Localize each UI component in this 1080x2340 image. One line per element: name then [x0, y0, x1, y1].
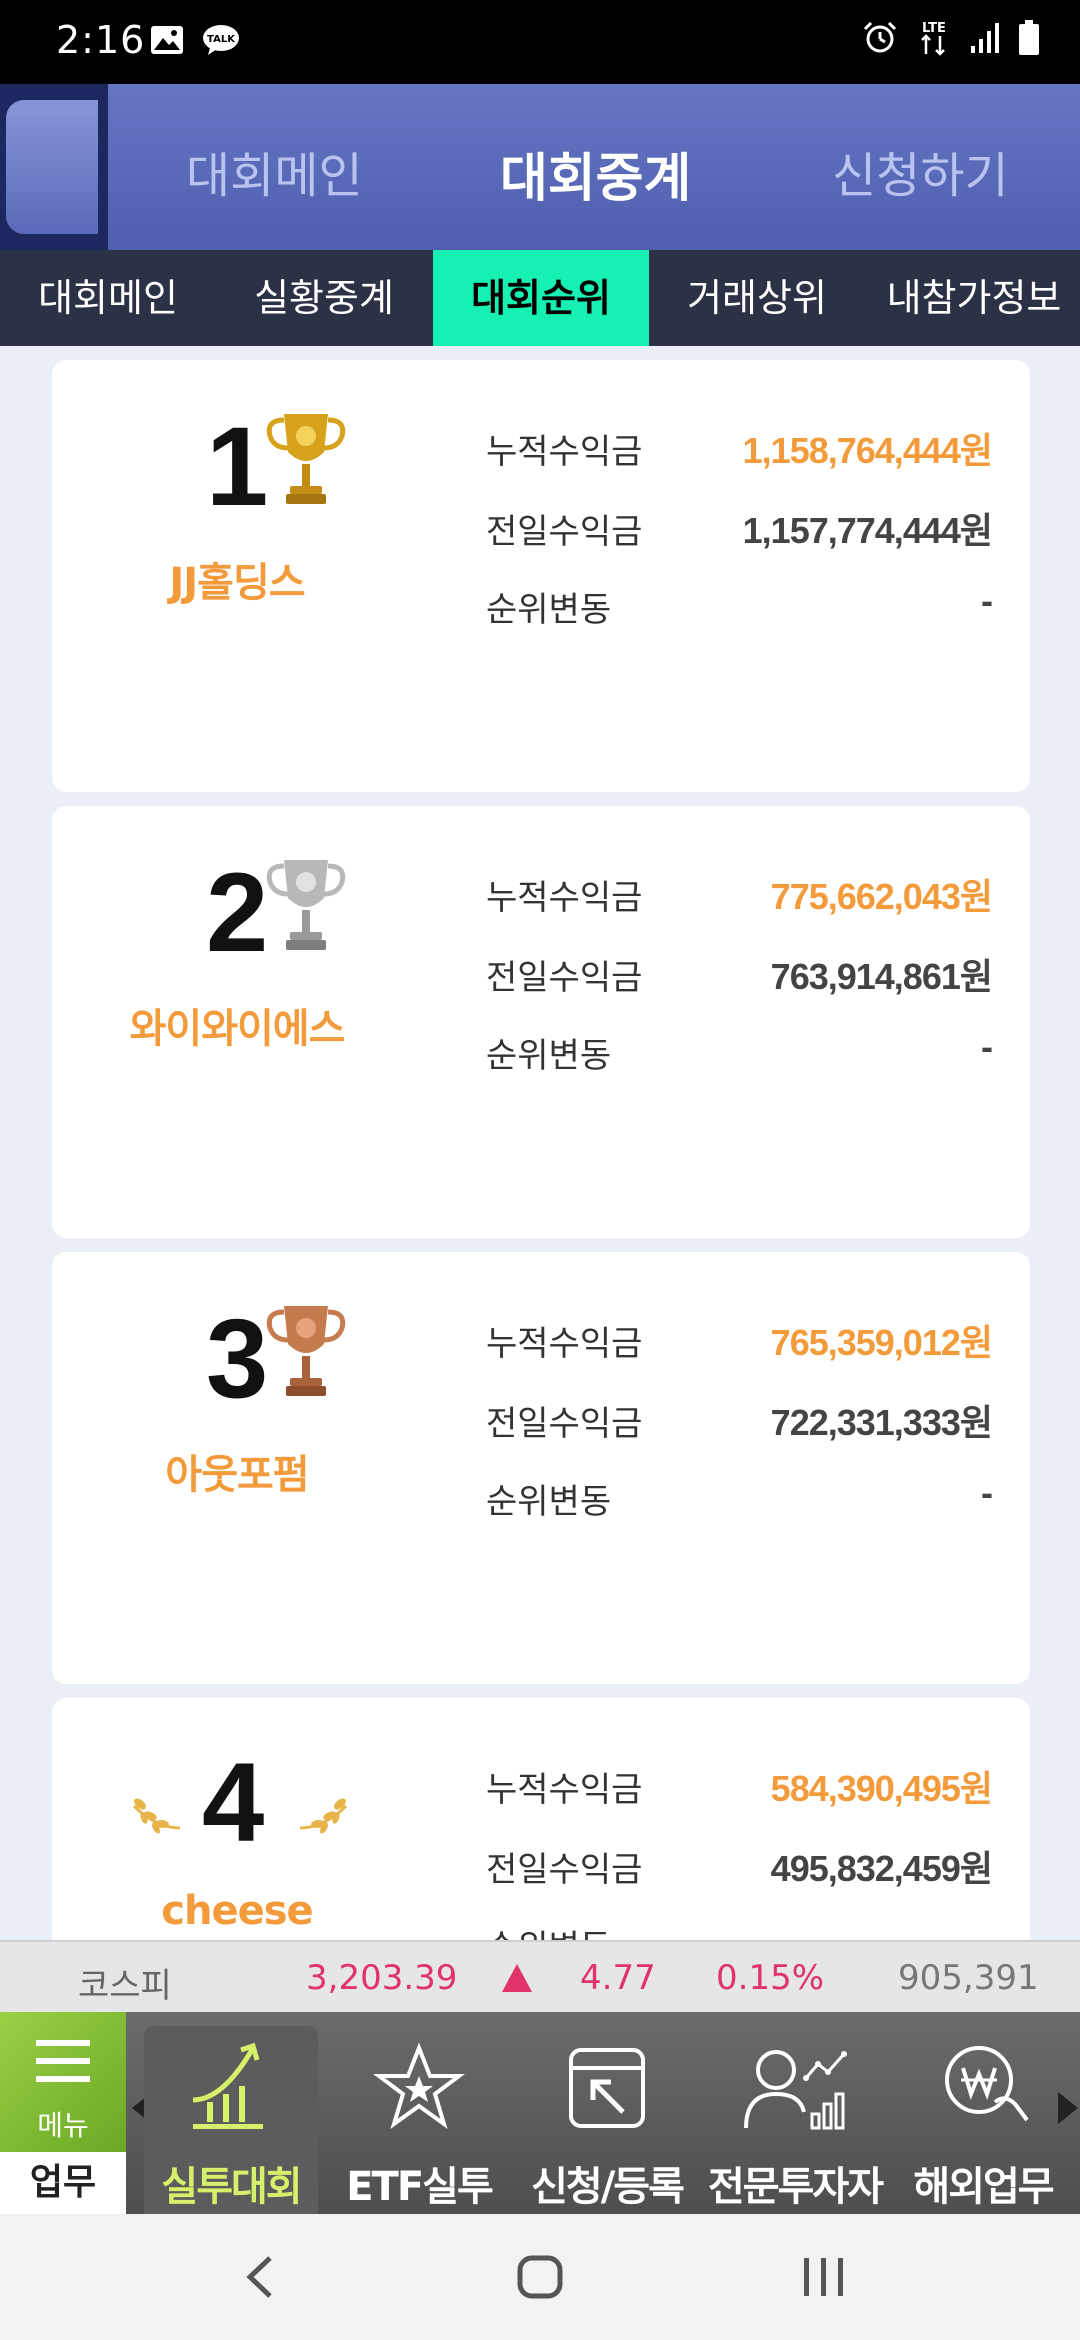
svg-text:LTE: LTE — [922, 21, 946, 36]
cumulative-value: 584,390,495원 — [770, 1768, 993, 1809]
cumulative-value: 1,158,764,444원 — [742, 430, 993, 471]
alarm-icon — [863, 21, 897, 53]
rank-number: 2 — [206, 850, 269, 975]
rank-change-label: 순위변동 — [486, 590, 612, 630]
ranking-card[interactable]: 4 cheese 누적수익금 584,390,495원 전일수익금 495,83… — [52, 1698, 1030, 1940]
market-ticker[interactable]: 코스피 3,203.39 4.77 0.15% 905,391 — [0, 1940, 1080, 2012]
signal-icon — [971, 23, 999, 53]
previous-day-label: 전일수익금 — [486, 512, 643, 552]
status-bar: 2:16 TALK LTE — [0, 0, 1080, 84]
previous-day-label: 전일수익금 — [486, 1850, 643, 1890]
ranking-card[interactable]: 3 아웃포펌 누적수익금 765,359,012원 전일수익금 722,331,… — [52, 1252, 1030, 1684]
bottom-menu-etf[interactable]: ETF실투 — [332, 2026, 506, 2214]
team-name: cheese — [161, 1888, 313, 1934]
previous-day-value: 722,331,333원 — [770, 1402, 993, 1443]
rank-change-label: 순위변동 — [486, 1482, 612, 1522]
subnav-my-info[interactable]: 내참가정보 — [866, 250, 1080, 346]
lte-icon: LTE — [921, 21, 946, 56]
menu-section-label: 업무 — [0, 2152, 126, 2214]
scroll-right-icon[interactable] — [1058, 2092, 1078, 2124]
star-icon — [373, 2042, 465, 2130]
chart-up-icon — [192, 2042, 263, 2129]
ranking-card[interactable]: 1 JJ홀딩스 누적수익금 1,158,764,444원 전일수익금 1,157… — [52, 360, 1030, 792]
ranking-list[interactable]: 1 JJ홀딩스 누적수익금 1,158,764,444원 전일수익금 1,157… — [0, 346, 1080, 1940]
back-arrow-icon — [6, 100, 98, 234]
top-tab-broadcast[interactable]: 대회중계 — [500, 136, 691, 211]
apply-arrow-icon — [569, 2048, 645, 2128]
cumulative-label: 누적수익금 — [486, 878, 643, 918]
rank-number: 3 — [206, 1296, 269, 1421]
up-triangle-icon — [502, 1964, 532, 1992]
silver-trophy-icon — [266, 860, 346, 950]
team-name: 아웃포펌 — [165, 1452, 309, 1498]
rank-number: 4 — [202, 1740, 265, 1865]
nav-back-icon[interactable] — [244, 2254, 274, 2300]
trade-volume: 905,391 — [898, 1958, 1039, 1998]
status-time: 2:16 — [56, 18, 146, 62]
bottom-menu-label: 실투대회 — [161, 2164, 302, 2210]
subnav-top-trades[interactable]: 거래상위 — [649, 250, 865, 346]
hamburger-icon — [36, 2040, 90, 2082]
gold-trophy-icon — [266, 414, 346, 504]
subnav-ranking[interactable]: 대회순위 — [433, 250, 649, 346]
team-name: 와이와이에스 — [129, 1006, 346, 1052]
index-change-pct: 0.15% — [716, 1958, 825, 1998]
previous-day-label: 전일수익금 — [486, 958, 643, 998]
subnav-live[interactable]: 실황중계 — [216, 250, 432, 346]
bottom-menu-label: 신청/등록 — [531, 2164, 685, 2210]
system-navigation-bar — [0, 2214, 1080, 2340]
svg-text:TALK: TALK — [207, 34, 236, 45]
back-button[interactable] — [0, 84, 108, 250]
rank-change-label: 순위변동 — [486, 1920, 611, 1940]
cumulative-label: 누적수익금 — [486, 432, 643, 472]
nav-home-icon[interactable] — [516, 2254, 564, 2300]
ranking-card[interactable]: 2 와이와이에스 누적수익금 775,662,043원 전일수익금 763,91… — [52, 806, 1030, 1238]
competition-header: 대회메인 대회중계 신청하기 — [0, 84, 1080, 250]
cumulative-label: 누적수익금 — [486, 1770, 643, 1810]
battery-icon — [1019, 20, 1039, 55]
cumulative-label: 누적수익금 — [486, 1324, 643, 1364]
top-tab-main[interactable]: 대회메인 — [186, 136, 363, 206]
top-tab-apply[interactable]: 신청하기 — [832, 136, 1009, 206]
index-name: 코스피 — [78, 1966, 172, 2006]
bronze-trophy-icon — [266, 1306, 346, 1396]
menu-label: 메뉴 — [37, 2109, 89, 2142]
previous-day-value: 763,914,861원 — [770, 956, 993, 997]
previous-day-value: 1,157,774,444원 — [742, 510, 993, 551]
bottom-menu-competition[interactable]: 실투대회 — [144, 2026, 318, 2214]
gallery-icon — [151, 26, 183, 54]
index-change: 4.77 — [580, 1958, 656, 1998]
bottom-menu-label: ETF실투 — [346, 2164, 494, 2210]
bottom-menu: 메뉴 업무 실투대회 ETF실투 신청/등록 전문투자자 해외업무 — [0, 2012, 1080, 2214]
bottom-menu-overseas[interactable]: 해외업무 — [896, 2026, 1070, 2214]
won-hand-icon — [945, 2046, 1029, 2122]
bottom-menu-label: 전문투자자 — [708, 2164, 884, 2210]
laurel-right-icon — [299, 1798, 348, 1834]
previous-day-value: 495,832,459원 — [770, 1848, 993, 1889]
rank-change-value: - — [981, 580, 993, 621]
bottom-menu-apply[interactable]: 신청/등록 — [520, 2026, 694, 2214]
nav-recents-icon[interactable] — [802, 2254, 846, 2300]
rank-change-value: - — [981, 1026, 993, 1067]
team-name: JJ홀딩스 — [169, 560, 305, 606]
bottom-menu-investor[interactable]: 전문투자자 — [708, 2026, 884, 2214]
index-value: 3,203.39 — [306, 1958, 458, 1998]
subnav-competition-main[interactable]: 대회메인 — [0, 250, 216, 346]
cumulative-value: 765,359,012원 — [770, 1322, 993, 1363]
laurel-left-icon — [132, 1798, 181, 1834]
cumulative-value: 775,662,043원 — [770, 876, 993, 917]
bottom-menu-label: 해외업무 — [913, 2164, 1054, 2210]
talk-icon: TALK — [203, 25, 239, 55]
rank-change-label: 순위변동 — [486, 1036, 612, 1076]
menu-button[interactable]: 메뉴 업무 — [0, 2012, 126, 2214]
sub-navigation: 대회메인 실황중계 대회순위 거래상위 내참가정보 — [0, 250, 1080, 346]
investor-icon — [744, 2050, 847, 2130]
rank-change-value: - — [981, 1472, 993, 1513]
previous-day-label: 전일수익금 — [486, 1404, 643, 1444]
rank-number: 1 — [206, 404, 269, 529]
